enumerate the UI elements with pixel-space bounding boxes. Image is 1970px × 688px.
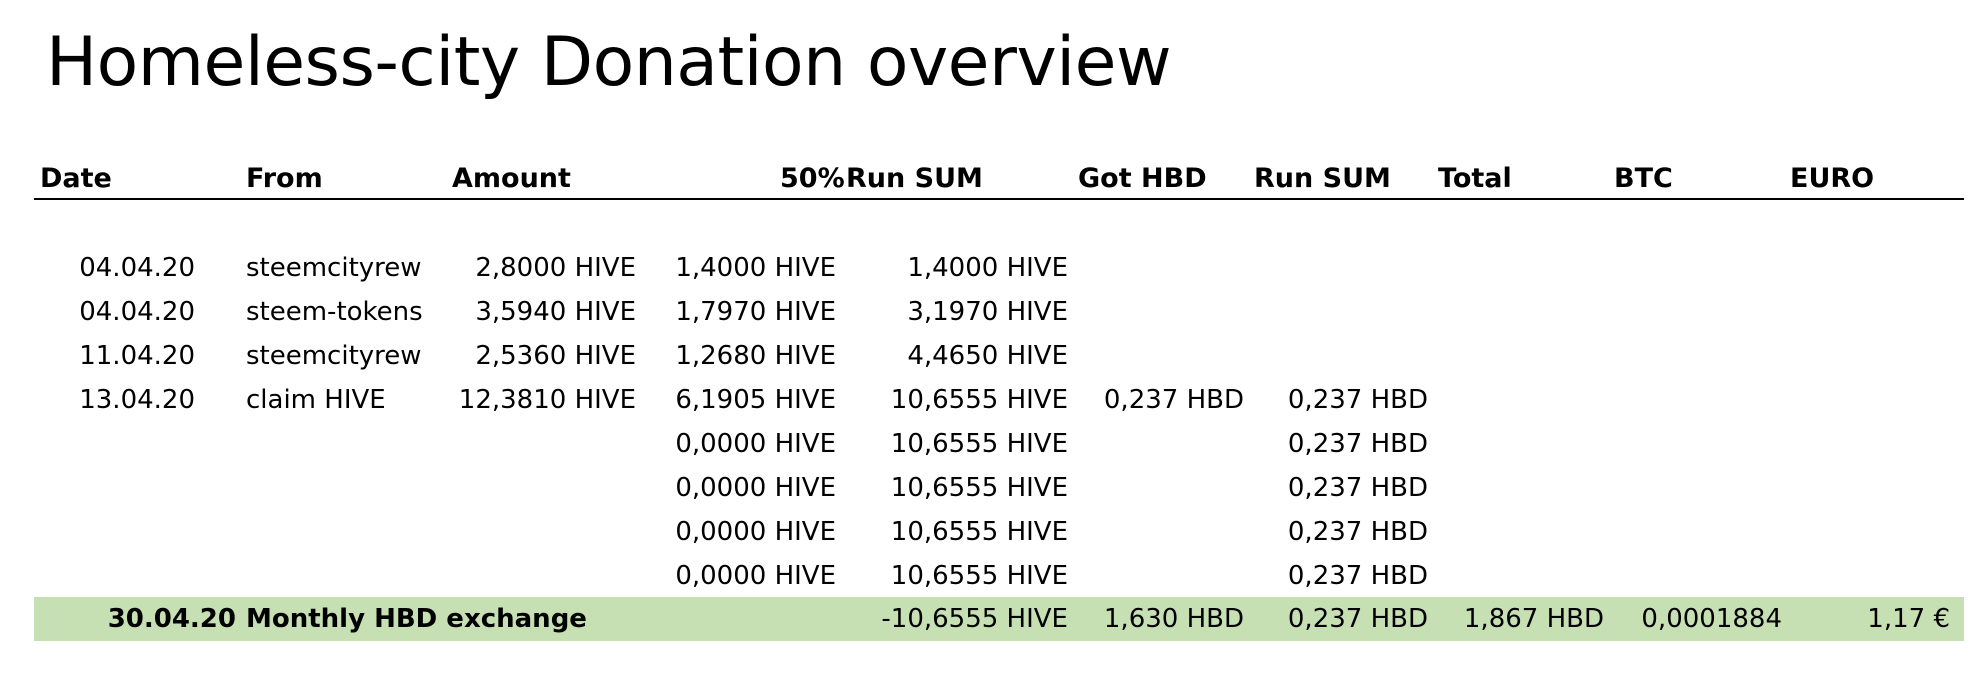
column-header-run-sum: Run SUM [846,163,983,194]
cell-amount: 2,5360 HIVE [475,341,636,371]
column-header-total: Total [1438,163,1512,194]
cell-run-sum-hbd [1260,334,1428,378]
column-header-from: From [246,163,323,194]
cell-run-sum: 1,4000 HIVE [907,253,1068,283]
cell-date: 04.04.20 [79,253,195,283]
summary-row-content: 30.04.20 Monthly HBD exchange -10,6555 H… [0,597,1970,641]
column-header-run-sum-hbd: Run SUM [1254,163,1391,194]
table-row: 0,0000 HIVE 10,6555 HIVE 0,237 HBD [0,554,1970,598]
table-header: Date From Amount 50% Run SUM Got HBD Run… [34,160,1964,200]
column-header-btc: BTC [1614,163,1673,194]
cell-got-hbd [1080,246,1244,290]
cell-run-sum-hbd [1260,246,1428,290]
table-row: 0,0000 HIVE 10,6555 HIVE 0,237 HBD [0,466,1970,510]
summary-run-sum-hbd: 0,237 HBD [1287,604,1428,634]
cell-run-sum: 3,1970 HIVE [907,297,1068,327]
cell-run-sum-hbd: 0,237 HBD [1287,473,1428,503]
cell-from: steem-tokens [246,297,423,327]
cell-run-sum: 10,6555 HIVE [890,473,1068,503]
table-row: 11.04.20 steemcityrew 2,5360 HIVE 1,2680… [0,334,1970,378]
cell-fifty-percent: 0,0000 HIVE [675,473,836,503]
cell-got-hbd: 0,237 HBD [1103,385,1244,415]
summary-total: 1,867 HBD [1463,604,1604,634]
cell-from: steemcityrew [246,253,422,283]
summary-got-hbd: 1,630 HBD [1103,604,1244,634]
column-header-euro: EURO [1790,163,1875,194]
table-row: 0,0000 HIVE 10,6555 HIVE 0,237 HBD [0,510,1970,554]
cell-fifty-percent: 1,4000 HIVE [675,253,836,283]
summary-date: 30.04.20 [107,604,236,634]
cell-run-sum-hbd: 0,237 HBD [1287,429,1428,459]
cell-run-sum-hbd [1260,290,1428,334]
cell-fifty-percent: 1,2680 HIVE [675,341,836,371]
cell-fifty-percent: 1,7970 HIVE [675,297,836,327]
column-header-got-hbd: Got HBD [1078,163,1207,194]
cell-amount: 12,3810 HIVE [458,385,636,415]
summary-euro: 1,17 € [1867,604,1950,634]
cell-from: steemcityrew [246,341,422,371]
column-header-date: Date [40,163,112,194]
cell-got-hbd [1080,290,1244,334]
summary-btc: 0,0001884 [1641,604,1782,634]
table-row: 0,0000 HIVE 10,6555 HIVE 0,237 HBD [0,422,1970,466]
cell-amount: 2,8000 HIVE [475,253,636,283]
cell-fifty-percent: 6,1905 HIVE [675,385,836,415]
cell-run-sum: 4,4650 HIVE [907,341,1068,371]
cell-run-sum-hbd: 0,237 HBD [1287,561,1428,591]
cell-run-sum-hbd: 0,237 HBD [1287,517,1428,547]
cell-fifty-percent: 0,0000 HIVE [675,561,836,591]
cell-amount: 3,5940 HIVE [475,297,636,327]
table-row: 13.04.20 claim HIVE 12,3810 HIVE 6,1905 … [0,378,1970,422]
cell-date: 04.04.20 [79,297,195,327]
cell-run-sum: 10,6555 HIVE [890,561,1068,591]
summary-run-sum: -10,6555 HIVE [881,604,1068,634]
cell-run-sum: 10,6555 HIVE [890,385,1068,415]
page: { "title": "Homeless-city Donation overv… [0,0,1970,688]
cell-date: 11.04.20 [79,341,195,371]
cell-run-sum: 10,6555 HIVE [890,429,1068,459]
summary-from: Monthly HBD exchange [246,604,587,634]
cell-date: 13.04.20 [79,385,195,415]
cell-fifty-percent: 0,0000 HIVE [675,429,836,459]
cell-run-sum: 10,6555 HIVE [890,517,1068,547]
table-row: 04.04.20 steem-tokens 3,5940 HIVE 1,7970… [0,290,1970,334]
cell-got-hbd [1080,334,1244,378]
cell-from: claim HIVE [246,385,386,415]
column-header-fifty-percent: 50% [780,163,845,194]
table-row: 04.04.20 steemcityrew 2,8000 HIVE 1,4000… [0,246,1970,290]
cell-run-sum-hbd: 0,237 HBD [1287,385,1428,415]
page-title: Homeless-city Donation overview [46,23,1172,102]
cell-fifty-percent: 0,0000 HIVE [675,517,836,547]
column-header-amount: Amount [452,163,571,194]
